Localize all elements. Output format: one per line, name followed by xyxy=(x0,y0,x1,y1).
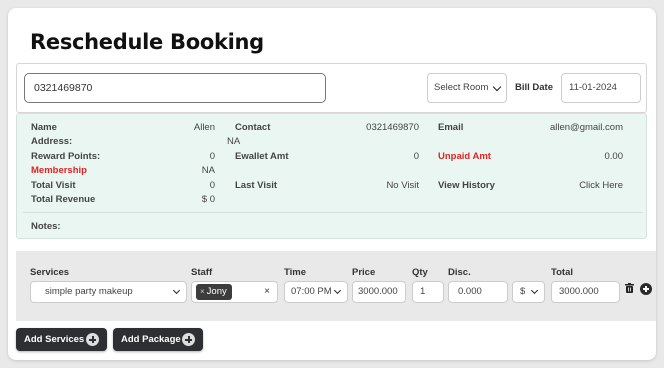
add-package-label: Add Package xyxy=(121,334,181,345)
email-value: allen@gmail.com xyxy=(549,122,623,133)
time-select-value: 07:00 PM xyxy=(291,286,332,297)
price-input[interactable]: 3000.000 xyxy=(352,281,406,303)
staff-select[interactable]: × Jony × xyxy=(191,281,278,303)
chevron-down-icon xyxy=(530,286,539,295)
membership-value: NA xyxy=(201,165,215,176)
total-visit-value: 0 xyxy=(209,180,215,191)
phone-input[interactable]: 0321469870 xyxy=(24,73,326,103)
view-history-label: View History xyxy=(438,180,495,191)
staff-tag-label: Jony xyxy=(206,286,227,297)
time-select[interactable]: 07:00 PM xyxy=(284,281,348,303)
customer-info-panel: Name Allen Contact 0321469870 Email alle… xyxy=(16,113,647,239)
notes-label: Notes: xyxy=(31,221,61,232)
time-header: Time xyxy=(284,267,307,278)
plus-circle-icon xyxy=(86,333,99,346)
clear-staff-icon[interactable]: × xyxy=(264,282,270,302)
last-visit-label: Last Visit xyxy=(235,180,278,191)
address-value: NA xyxy=(227,136,241,147)
total-header: Total xyxy=(551,267,573,278)
chevron-down-icon xyxy=(172,286,181,295)
name-label: Name xyxy=(31,122,57,133)
view-history-link[interactable]: Click Here xyxy=(579,180,623,191)
services-header: Services xyxy=(30,267,70,278)
last-visit-value: No Visit xyxy=(386,180,419,191)
contact-label: Contact xyxy=(235,122,271,133)
service-select-value: simple party makeup xyxy=(45,286,133,297)
chevron-down-icon xyxy=(333,286,342,295)
total-revenue-label: Total Revenue xyxy=(31,194,96,205)
chevron-down-icon xyxy=(492,82,502,92)
reschedule-card: Reschedule Booking 0321469870 Select Roo… xyxy=(8,8,656,360)
reward-points-label: Reward Points: xyxy=(31,151,101,162)
bill-date-input[interactable]: 11-01-2024 xyxy=(561,73,641,103)
services-row: Services Staff Time Price Qty Disc. Tota… xyxy=(16,251,656,321)
disc-header: Disc. xyxy=(448,267,471,278)
disc-input[interactable]: 0.000 xyxy=(448,281,508,303)
page-title: Reschedule Booking xyxy=(30,30,264,54)
add-package-button[interactable]: Add Package xyxy=(113,328,203,351)
add-row-icon[interactable] xyxy=(640,283,652,295)
disc-type-value: $ xyxy=(520,286,526,297)
add-services-button[interactable]: Add Services xyxy=(16,328,107,351)
plus-circle-icon xyxy=(182,333,195,346)
membership-label: Membership xyxy=(31,165,87,176)
ewallet-label: Ewallet Amt xyxy=(235,151,289,162)
disc-type-select[interactable]: $ xyxy=(512,281,545,303)
ewallet-value: 0 xyxy=(413,151,419,162)
staff-tag-remove-icon[interactable]: × xyxy=(200,287,205,296)
staff-header: Staff xyxy=(191,267,213,278)
customer-search-row: 0321469870 Select Room Bill Date 11-01-2… xyxy=(16,63,647,113)
address-label: Address: xyxy=(31,136,73,147)
unpaid-amt-label: Unpaid Amt xyxy=(438,151,491,162)
room-select[interactable]: Select Room xyxy=(427,73,507,103)
qty-input[interactable]: 1 xyxy=(412,281,444,303)
add-services-label: Add Services xyxy=(24,334,85,345)
email-label: Email xyxy=(438,122,464,133)
unpaid-amt-value: 0.00 xyxy=(604,151,624,162)
name-value: Allen xyxy=(193,122,215,133)
service-select[interactable]: simple party makeup xyxy=(30,281,187,303)
total-visit-label: Total Visit xyxy=(31,180,76,191)
staff-tag: × Jony xyxy=(196,284,232,300)
notes-divider xyxy=(23,212,643,213)
total-revenue-value: $ 0 xyxy=(201,194,215,205)
contact-value: 0321469870 xyxy=(366,122,419,133)
trash-icon[interactable] xyxy=(625,283,634,293)
bill-date-label: Bill Date xyxy=(515,82,554,93)
room-select-value: Select Room xyxy=(434,82,489,93)
reward-points-value: 0 xyxy=(209,151,215,162)
price-header: Price xyxy=(352,267,376,278)
total-input[interactable]: 3000.000 xyxy=(551,281,620,303)
qty-header: Qty xyxy=(412,267,428,278)
